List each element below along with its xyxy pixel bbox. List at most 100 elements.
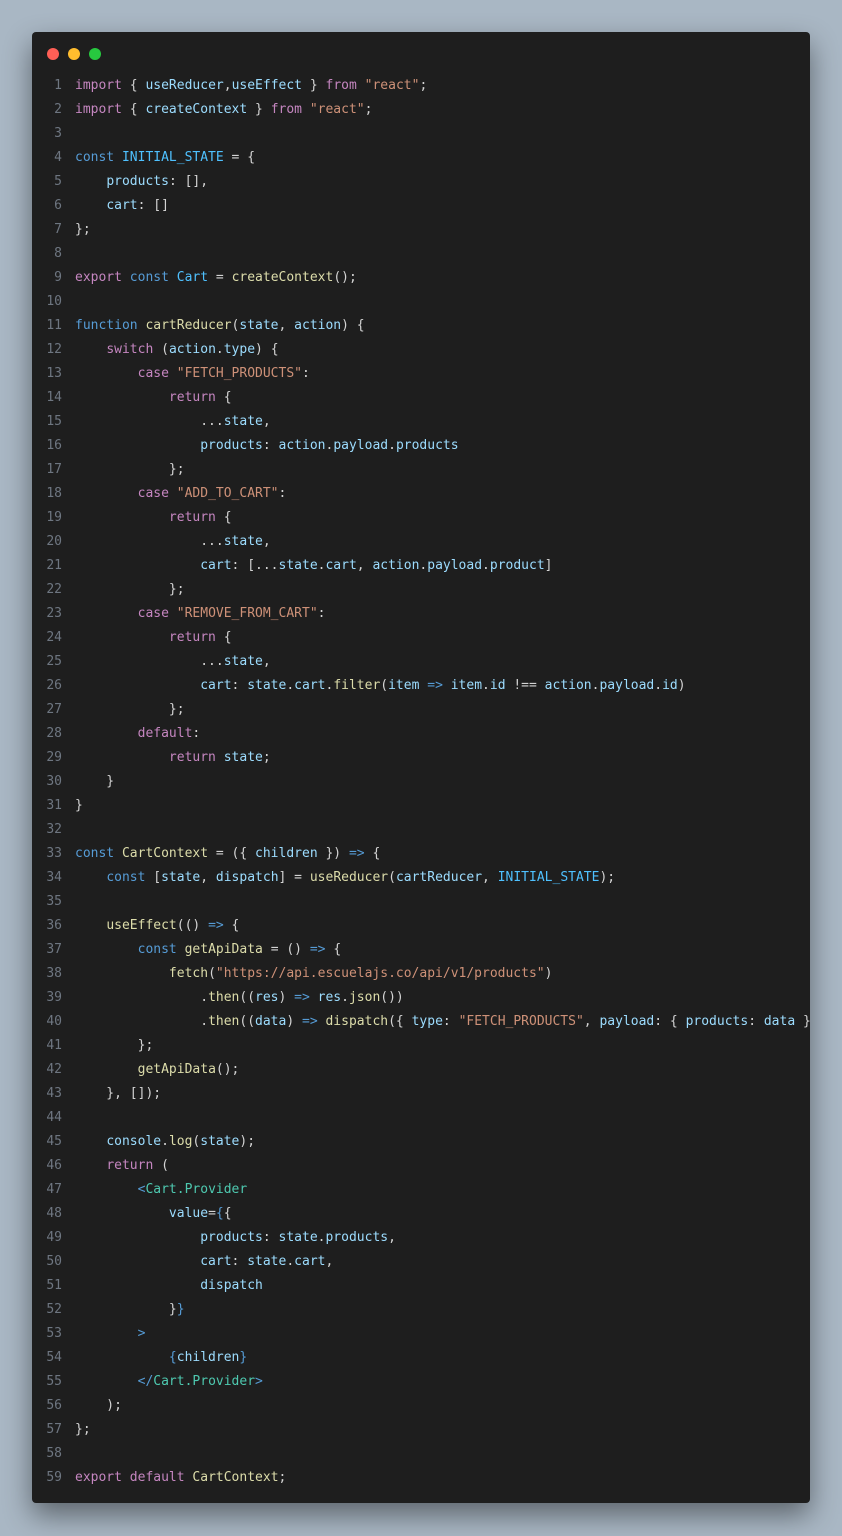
line-number: 3 <box>54 126 62 141</box>
code-token: => <box>294 990 310 1005</box>
line-number: 14 <box>46 390 62 405</box>
code-token: cart <box>294 678 326 693</box>
code-text: }, []); <box>62 1082 161 1106</box>
code-line: 18 case "ADD_TO_CART": <box>32 482 810 506</box>
line-number: 24 <box>46 630 62 645</box>
code-token: > <box>255 1374 263 1389</box>
code-line: 12 switch (action.type) { <box>32 338 810 362</box>
code-token: "FETCH_PRODUCTS" <box>176 366 302 381</box>
code-token: : [], <box>168 174 209 189</box>
code-text: return { <box>62 506 232 530</box>
code-token: }; <box>75 582 185 597</box>
line-number: 22 <box>46 582 62 597</box>
code-text: }; <box>62 218 91 242</box>
code-token: Cart.Provider <box>153 1374 256 1389</box>
code-token: : <box>317 606 326 621</box>
code-text: getApiData(); <box>62 1058 240 1082</box>
code-token: ; <box>364 102 373 117</box>
maximize-button[interactable] <box>89 48 101 60</box>
code-token: "FETCH_PRODUCTS" <box>458 1014 584 1029</box>
code-token: id <box>662 678 678 693</box>
code-token: ); <box>75 1398 122 1413</box>
code-token: { <box>215 510 232 525</box>
code-line: 5 products: [], <box>32 170 810 194</box>
code-token: createContext <box>145 102 248 117</box>
code-text: }; <box>62 578 185 602</box>
code-token: </ <box>137 1374 154 1389</box>
code-text: import { createContext } from "react"; <box>62 98 372 122</box>
line-number: 34 <box>46 870 62 885</box>
line-number: 43 <box>46 1086 62 1101</box>
code-text: const getApiData = () => { <box>62 938 342 962</box>
code-line: 11 function cartReducer(state, action) { <box>32 314 810 338</box>
code-text: export const Cart = createContext(); <box>62 266 357 290</box>
code-token: : <box>231 1254 248 1269</box>
line-number: 26 <box>46 678 62 693</box>
code-line: 20 ...state, <box>32 530 810 554</box>
code-token: payload <box>333 438 389 453</box>
code-text: export default CartContext; <box>62 1466 286 1490</box>
code-line: 34 const [state, dispatch] = useReducer(… <box>32 866 810 890</box>
code-token: , <box>278 318 295 333</box>
code-token: ( <box>380 678 389 693</box>
code-token: = { <box>223 150 256 165</box>
code-line: 58 <box>32 1442 810 1466</box>
code-line: 44 <box>32 1106 810 1130</box>
line-number: 38 <box>46 966 62 981</box>
code-token: : <box>262 1230 279 1245</box>
code-line: 51 dispatch <box>32 1274 810 1298</box>
code-token: { <box>215 390 232 405</box>
code-token: cartReducer <box>395 870 483 885</box>
code-token: cart <box>325 558 357 573</box>
line-number: 55 <box>46 1374 62 1389</box>
code-token: payload <box>427 558 483 573</box>
code-token: from <box>325 78 357 93</box>
line-number: 49 <box>46 1230 62 1245</box>
code-text: products: [], <box>62 170 208 194</box>
line-number: 2 <box>54 102 62 117</box>
code-token: "ADD_TO_CART" <box>176 486 279 501</box>
code-token: . <box>286 1254 295 1269</box>
line-number: 40 <box>46 1014 62 1029</box>
code-text: case "REMOVE_FROM_CART": <box>62 602 326 626</box>
line-number: 48 <box>46 1206 62 1221</box>
code-token: useReducer <box>145 78 224 93</box>
close-button[interactable] <box>47 48 59 60</box>
code-token: dispatch <box>215 870 279 885</box>
code-token: payload <box>599 678 655 693</box>
code-token: ( <box>153 342 169 357</box>
line-number: 51 <box>46 1278 62 1293</box>
code-token: console <box>106 1134 162 1149</box>
code-token: products <box>395 438 459 453</box>
code-line: 36 useEffect(() => { <box>32 914 810 938</box>
code-token: log <box>168 1134 193 1149</box>
code-token: [ <box>145 870 162 885</box>
code-text: {children} <box>62 1346 247 1370</box>
minimize-button[interactable] <box>68 48 80 60</box>
code-token: ) <box>278 990 295 1005</box>
code-token: case <box>137 366 169 381</box>
code-token: createContext <box>231 270 334 285</box>
code-line: 23 case "REMOVE_FROM_CART": <box>32 602 810 626</box>
code-token: (( <box>239 1014 256 1029</box>
code-token: : <box>302 366 310 381</box>
code-token: case <box>137 486 169 501</box>
code-line: 6 cart: [] <box>32 194 810 218</box>
line-number: 7 <box>54 222 62 237</box>
code-token: ) <box>544 966 553 981</box>
code-window: 1 import { useReducer,useEffect } from "r… <box>32 32 810 1503</box>
code-token: ( <box>208 966 216 981</box>
code-token: Cart <box>176 270 209 285</box>
code-token: const <box>106 870 146 885</box>
code-token: { <box>223 1206 232 1221</box>
line-number: 8 <box>54 246 62 261</box>
code-token: state <box>278 1230 318 1245</box>
